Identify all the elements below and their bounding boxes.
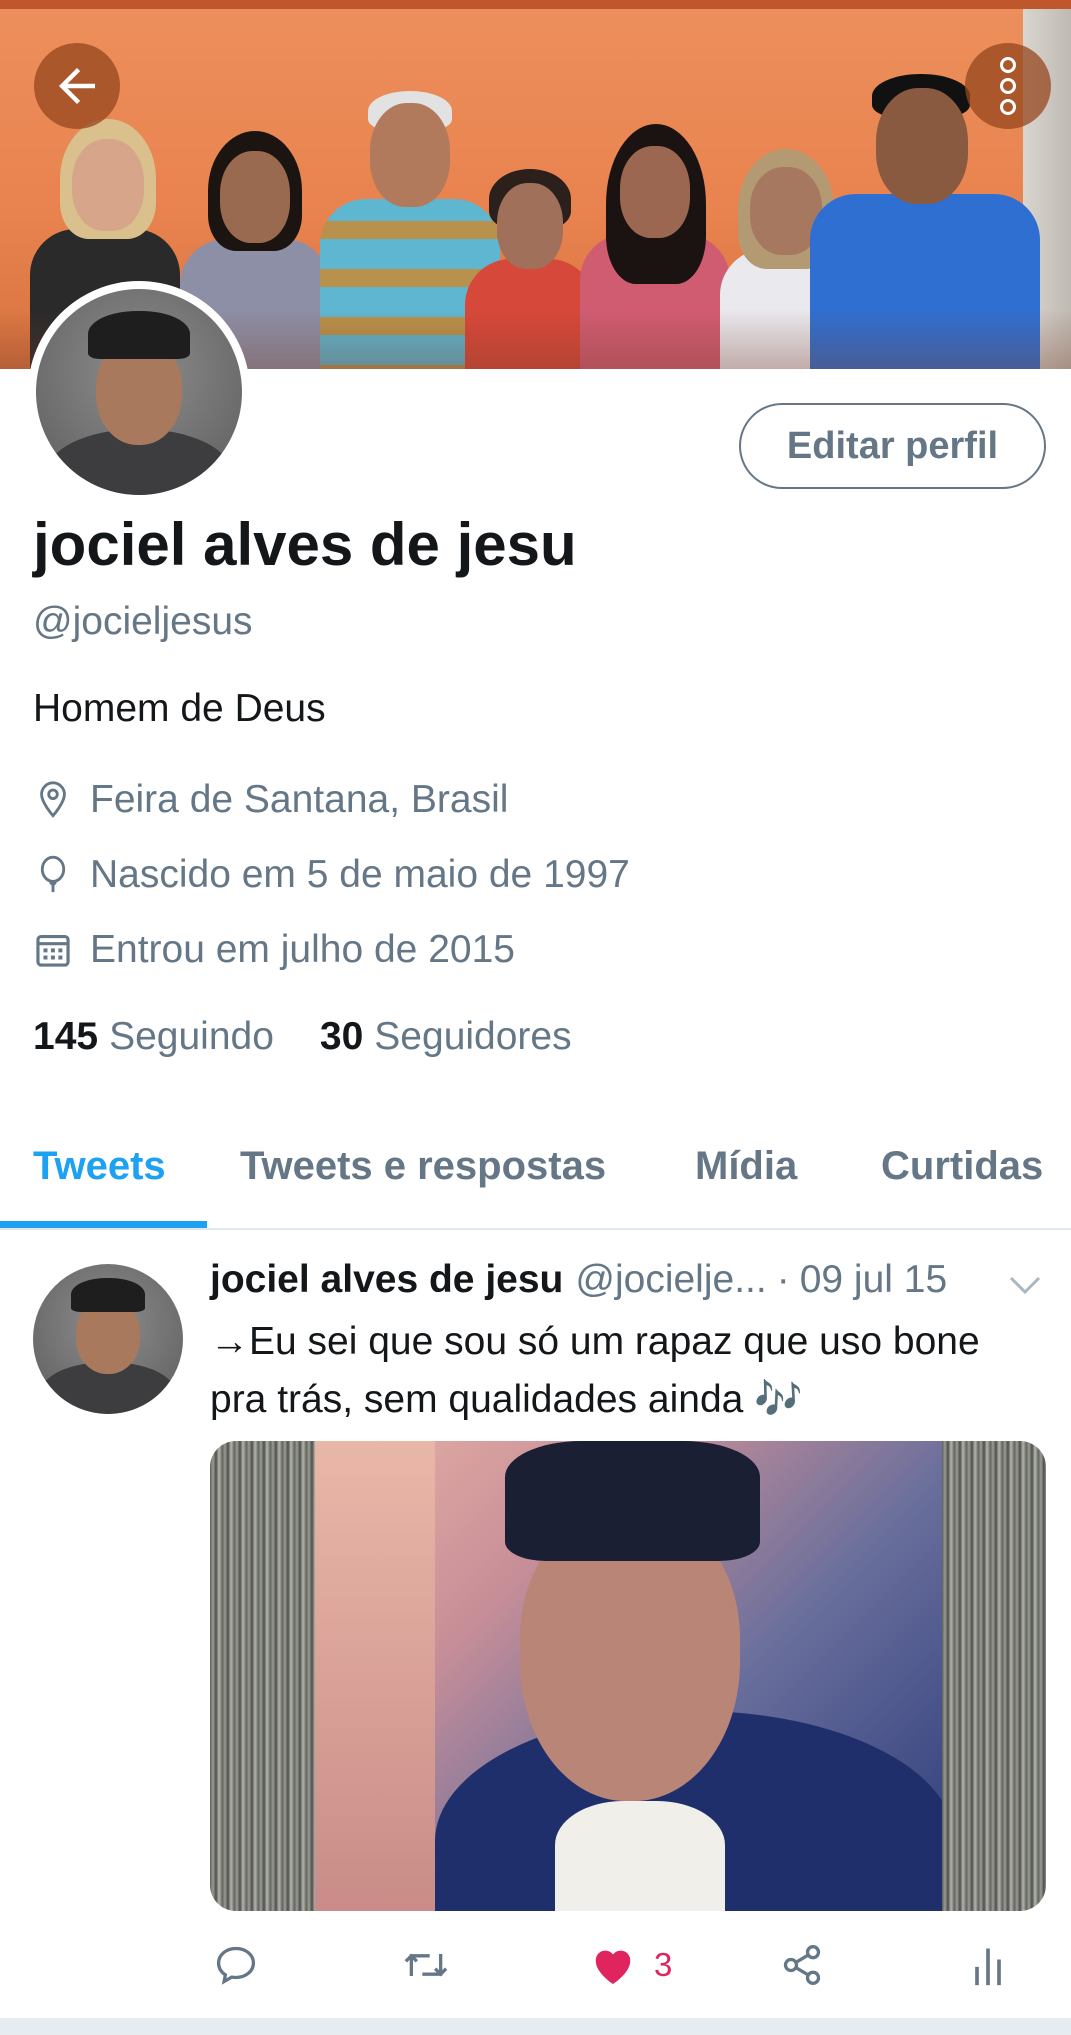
like-button[interactable]: 3 (590, 1940, 672, 1990)
share-icon (783, 1945, 821, 1985)
following-link[interactable]: 145 Seguindo (33, 1015, 274, 1059)
active-tab-indicator (0, 1221, 207, 1228)
tab-likes[interactable]: Curtidas (881, 1144, 1043, 1189)
tweet-text: →Eu sei que sou só um rapaz que uso bone… (210, 1320, 980, 1421)
profile-avatar[interactable] (28, 281, 250, 503)
tweet-header: jociel alves de jesu @jocielje... · 09 j… (210, 1258, 947, 1302)
retweet-icon (404, 1953, 448, 1977)
avatar-photo (36, 289, 242, 495)
following-count: 145 (33, 1015, 99, 1058)
followers-count: 30 (319, 1015, 364, 1058)
analytics-icon (975, 1948, 1001, 1986)
location-row: Feira de Santana, Brasil (33, 778, 508, 822)
tweet-separator: · (776, 1258, 790, 1301)
heart-filled-icon (595, 1950, 631, 1985)
reply-button[interactable] (213, 1940, 259, 1990)
birthday-row: Nascido em 5 de maio de 1997 (33, 853, 630, 897)
tweet-date[interactable]: 09 jul 15 (800, 1258, 947, 1302)
share-button[interactable] (779, 1940, 825, 1990)
calendar-icon (33, 930, 73, 970)
tab-tweets[interactable]: Tweets (33, 1144, 166, 1189)
display-name: jociel alves de jesu (33, 511, 577, 578)
reply-icon (216, 1946, 256, 1985)
user-handle: @jocieljesus (33, 600, 253, 643)
tweet-author-name[interactable]: jociel alves de jesu (210, 1258, 563, 1302)
location-pin-icon (33, 780, 73, 820)
analytics-button[interactable] (970, 1940, 1006, 1990)
more-options-button[interactable] (965, 43, 1051, 129)
following-label: Seguindo (109, 1015, 274, 1058)
edit-profile-button[interactable]: Editar perfil (739, 403, 1046, 489)
status-bar (0, 0, 1071, 9)
next-tweet-divider (0, 2018, 1071, 2035)
chevron-down-icon[interactable] (1005, 1270, 1045, 1300)
follow-stats: 145 Seguindo 30 Seguidores (33, 1015, 618, 1059)
followers-label: Seguidores (374, 1015, 572, 1058)
tweet-actions: 3 (0, 1930, 1071, 2000)
tweet-author-avatar[interactable] (33, 1264, 183, 1414)
followers-link[interactable]: 30 Seguidores (320, 1015, 572, 1059)
balloon-icon (33, 855, 73, 895)
tab-tweets-and-replies[interactable]: Tweets e respostas (240, 1144, 606, 1189)
like-count: 3 (654, 1946, 673, 1983)
retweet-button[interactable] (400, 1940, 452, 1990)
tweet-author-handle[interactable]: @jocielje... (575, 1258, 766, 1302)
profile-bio: Homem de Deus (33, 687, 326, 730)
location-text: Feira de Santana, Brasil (90, 778, 509, 821)
arrow-left-icon (59, 68, 95, 104)
tweet-photo (315, 1441, 942, 1911)
birthday-text: Nascido em 5 de maio de 1997 (90, 853, 630, 896)
joined-row: Entrou em julho de 2015 (33, 928, 515, 972)
tweet-media[interactable] (210, 1441, 1046, 1911)
joined-text: Entrou em julho de 2015 (90, 928, 515, 971)
tab-media[interactable]: Mídia (695, 1144, 797, 1189)
more-vertical-icon (1000, 57, 1016, 115)
back-button[interactable] (34, 43, 120, 129)
profile-tabs: Tweets Tweets e respostas Mídia Curtidas (0, 1110, 1071, 1230)
